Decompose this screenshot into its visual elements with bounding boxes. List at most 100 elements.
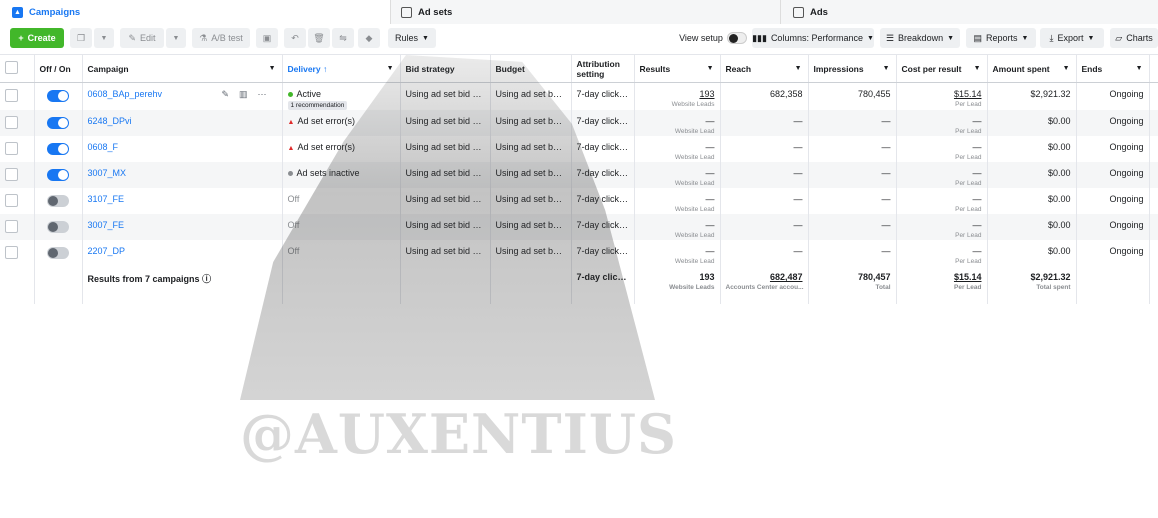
totals-label: Results from 7 campaigns ⓘ [82, 266, 283, 304]
campaign-icon: ▲ [12, 6, 23, 18]
table-row[interactable]: 2207_DP Off Using ad set bid stra... Using … [0, 240, 1158, 266]
campaign-toggle[interactable] [46, 169, 69, 181]
row-checkbox[interactable] [5, 142, 18, 155]
create-button[interactable]: + Create [10, 28, 64, 48]
totals-cost-per-result: $15.14 Per Lead [896, 266, 988, 304]
recommendation-badge[interactable]: 1 recommendation [287, 101, 348, 110]
ab-test-button[interactable]: ⚗ A/B test [192, 28, 250, 48]
col-budget[interactable]: Budget [490, 54, 572, 83]
budget-cell: Using ad set budg... [490, 188, 572, 214]
columns-label: Columns: Performance [770, 33, 863, 43]
campaign-toggle[interactable] [46, 117, 69, 129]
campaign-toggle[interactable] [46, 143, 69, 155]
compare-icon: ⇋ [339, 32, 347, 43]
caret-down-icon: ▼ [947, 34, 955, 42]
row-checkbox[interactable] [5, 194, 18, 207]
col-offon[interactable]: Off / On [34, 54, 83, 83]
delete-button[interactable]: 🗑 [308, 28, 330, 48]
row-checkbox[interactable] [5, 168, 18, 181]
col-impressions[interactable]: Impressions ▼ [808, 54, 897, 83]
campaign-name-link[interactable]: 6248_DPvi [88, 116, 132, 126]
reports-button[interactable]: ▤ Reports ▼ [966, 28, 1036, 48]
table-row[interactable]: 3007_FE Off Using ad set bid stra... Using … [0, 214, 1158, 240]
campaign-name-cell: 3007_MX [82, 162, 283, 188]
bid-strategy-cell: Using ad set bid stra... [400, 136, 491, 162]
info-icon[interactable]: ⓘ [202, 274, 211, 284]
budget-cell: Using ad set budg... [490, 240, 572, 266]
table-row[interactable]: 3107_FE Off Using ad set bid stra... Using … [0, 188, 1158, 214]
totals-amount-spent: $2,921.32 Total spent [987, 266, 1077, 304]
caret-down-icon: ▼ [1135, 65, 1143, 72]
more-icon[interactable]: ⋯ [258, 89, 277, 99]
toolbar: + Create ❐ ▼ ✎ Edit ▼ ⚗ A/B test ▣ ↶ 🗑 ⇋ ◆ … [0, 26, 1158, 52]
col-ends[interactable]: Ends ▼ [1076, 54, 1150, 83]
undo-button[interactable]: ↶ [284, 28, 306, 48]
reach-cell: — [720, 162, 809, 188]
col-attribution[interactable]: Attribution setting [571, 54, 635, 83]
pencil-icon[interactable]: ✎ [221, 89, 239, 99]
rules-button[interactable]: Rules ▼ [388, 28, 436, 48]
campaign-toggle[interactable] [46, 195, 69, 207]
tab-ad-sets[interactable]: Ad sets [390, 0, 780, 24]
edit-button[interactable]: ✎ Edit [120, 28, 164, 48]
col-extra [1149, 54, 1158, 83]
row-checkbox[interactable] [5, 220, 18, 233]
compare-button[interactable]: ⇋ [332, 28, 354, 48]
totals-attribution: 7-day click or ... [571, 266, 635, 304]
amount-spent-cell: $0.00 [987, 188, 1077, 214]
col-label: Amount spent [992, 63, 1050, 74]
edit-dropdown[interactable]: ▼ [166, 28, 186, 48]
impressions-cell: — [808, 110, 897, 136]
campaign-toggle[interactable] [46, 221, 69, 233]
campaign-toggle[interactable] [46, 90, 69, 102]
caret-down-icon: ▼ [866, 34, 874, 42]
campaign-toggle[interactable] [46, 247, 69, 259]
table-row[interactable]: 3007_MX Ad sets inactive Using ad set bid … [0, 162, 1158, 188]
undo-icon: ↶ [291, 32, 299, 43]
row-checkbox[interactable] [5, 89, 18, 102]
col-bid[interactable]: Bid strategy [400, 54, 491, 83]
campaign-name-link[interactable]: 3007_FE [88, 220, 125, 230]
col-cost-per-result[interactable]: Cost per result ▼ [896, 54, 988, 83]
reports-label: Reports [986, 33, 1018, 43]
delivery-cell: Active 1 recommendation [282, 82, 401, 110]
table-row[interactable]: 0608_F ▲ Ad set error(s) Using ad set bid s… [0, 136, 1158, 162]
col-amount-spent[interactable]: Amount spent ▼ [987, 54, 1077, 83]
row-checkbox[interactable] [5, 116, 18, 129]
impressions-cell: 780,455 [808, 82, 897, 110]
tag-button[interactable]: ◆ [358, 28, 380, 48]
bar-chart-icon[interactable]: ▥ [239, 89, 258, 99]
campaign-name-link[interactable]: 0608_F [88, 142, 119, 152]
caret-down-icon: ▼ [706, 65, 714, 72]
campaign-name-link[interactable]: 3107_FE [88, 194, 125, 204]
archive-button[interactable]: ▣ [256, 28, 278, 48]
breakdown-label: Breakdown [898, 33, 944, 43]
cost-per-result-cell: — Per Lead [896, 110, 988, 136]
duplicate-button[interactable]: ❐ [70, 28, 92, 48]
duplicate-dropdown[interactable]: ▼ [94, 28, 114, 48]
columns-button[interactable]: ▮▮▮ Columns: Performance ▼ [752, 28, 874, 48]
campaign-name-link[interactable]: 2207_DP [88, 246, 126, 256]
tab-campaigns[interactable]: ▲ Campaigns [0, 0, 390, 24]
campaign-name-link[interactable]: 0608_BAp_perehv [88, 89, 163, 99]
row-checkbox[interactable] [5, 246, 18, 259]
tab-ads[interactable]: Ads [780, 0, 1158, 24]
table-row[interactable]: 0608_BAp_perehv ✎▥⋯ Active 1 recommendation… [0, 82, 1158, 110]
export-button[interactable]: ⤓ Export ▼ [1040, 28, 1104, 48]
duplicate-icon: ❐ [76, 32, 86, 43]
charts-button[interactable]: ▱ Charts [1110, 28, 1158, 48]
col-reach[interactable]: Reach ▼ [720, 54, 809, 83]
col-results[interactable]: Results ▼ [634, 54, 721, 83]
table-row[interactable]: 6248_DPvi ▲ Ad set error(s) Using ad set bi… [0, 110, 1158, 136]
campaign-name-link[interactable]: 3007_MX [88, 168, 127, 178]
view-setup-toggle[interactable]: View setup [676, 28, 750, 48]
breakdown-button[interactable]: ☰ Breakdown ▼ [880, 28, 960, 48]
col-campaign[interactable]: Campaign ▼ [82, 54, 283, 83]
budget-cell: Using ad set budg... [490, 162, 572, 188]
col-delivery[interactable]: Delivery ↑ ▼ [282, 54, 401, 83]
campaign-name-cell: 0608_F [82, 136, 283, 162]
chart-icon: ▱ [1115, 32, 1123, 43]
error-icon: ▲ [287, 145, 295, 152]
select-all-checkbox[interactable] [5, 61, 18, 74]
results-cell: — Website Lead [634, 162, 721, 188]
